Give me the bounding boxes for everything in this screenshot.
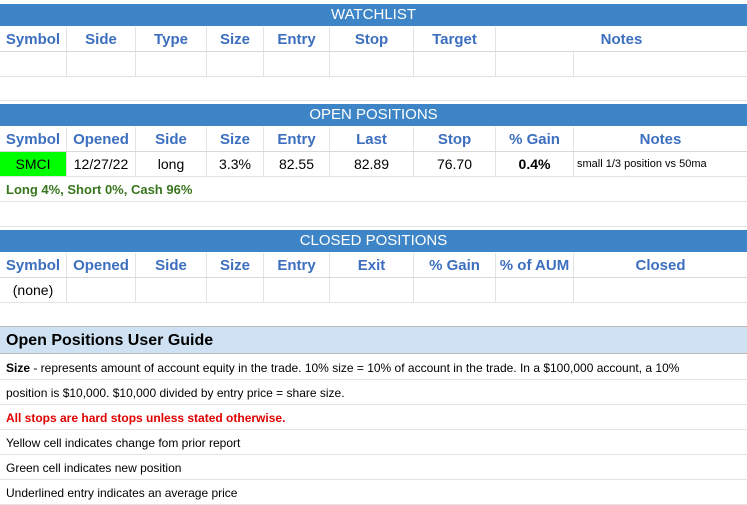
- closed-position-cell[interactable]: [207, 278, 264, 302]
- watchlist-cell[interactable]: [0, 52, 67, 76]
- closed-header-aum[interactable]: % of AUM: [496, 253, 574, 277]
- open-header-gain[interactable]: % Gain: [496, 127, 574, 151]
- open-positions-banner: OPEN POSITIONS: [0, 104, 747, 126]
- closed-position-cell[interactable]: [330, 278, 414, 302]
- closed-position-cell[interactable]: [414, 278, 496, 302]
- open-header-stop[interactable]: Stop: [414, 127, 496, 151]
- open-header-last[interactable]: Last: [330, 127, 414, 151]
- guide-size-text-1: - represents amount of account equity in…: [30, 361, 680, 375]
- allocation-summary[interactable]: Long 4%, Short 0%, Cash 96%: [0, 178, 747, 202]
- watchlist-header-entry[interactable]: Entry: [264, 27, 330, 51]
- closed-header-gain[interactable]: % Gain: [414, 253, 496, 277]
- open-position-stop[interactable]: 76.70: [414, 152, 496, 176]
- watchlist-header-side[interactable]: Side: [67, 27, 136, 51]
- open-position-entry[interactable]: 82.55: [264, 152, 330, 176]
- closed-position-cell[interactable]: [264, 278, 330, 302]
- guide-size-term: Size: [6, 361, 31, 375]
- guide-yellow-note[interactable]: Yellow cell indicates change fom prior r…: [0, 431, 747, 455]
- closed-header-symbol[interactable]: Symbol: [0, 253, 67, 277]
- open-position-notes[interactable]: small 1/3 position vs 50ma: [574, 152, 747, 176]
- open-position-gain[interactable]: 0.4%: [496, 152, 574, 176]
- closed-position-symbol[interactable]: (none): [0, 278, 67, 302]
- watchlist-cell[interactable]: [67, 52, 136, 76]
- guide-stops-note[interactable]: All stops are hard stops unless stated o…: [0, 406, 747, 430]
- closed-positions-header-row: Symbol Opened Side Size Entry Exit % Gai…: [0, 253, 747, 278]
- watchlist-cell[interactable]: [330, 52, 414, 76]
- user-guide-title[interactable]: Open Positions User Guide: [0, 326, 747, 354]
- watchlist-header-row: Symbol Side Type Size Entry Stop Target …: [0, 27, 747, 52]
- open-position-opened[interactable]: 12/27/22: [67, 152, 136, 176]
- closed-header-side[interactable]: Side: [136, 253, 207, 277]
- guide-underline-note[interactable]: Underlined entry indicates an average pr…: [0, 481, 747, 505]
- open-position-size[interactable]: 3.3%: [207, 152, 264, 176]
- open-header-size[interactable]: Size: [207, 127, 264, 151]
- closed-header-exit[interactable]: Exit: [330, 253, 414, 277]
- closed-header-entry[interactable]: Entry: [264, 253, 330, 277]
- watchlist-header-target[interactable]: Target: [414, 27, 496, 51]
- watchlist-title: WATCHLIST: [331, 6, 416, 23]
- closed-header-opened[interactable]: Opened: [67, 253, 136, 277]
- open-header-entry[interactable]: Entry: [264, 127, 330, 151]
- open-header-opened[interactable]: Opened: [67, 127, 136, 151]
- closed-positions-title: CLOSED POSITIONS: [299, 232, 448, 249]
- open-position-row: SMCI 12/27/22 long 3.3% 82.55 82.89 76.7…: [0, 152, 747, 177]
- watchlist-header-notes[interactable]: Notes: [496, 27, 747, 51]
- open-header-notes[interactable]: Notes: [574, 127, 747, 151]
- open-positions-title: OPEN POSITIONS: [309, 106, 438, 123]
- guide-size-line-2[interactable]: position is $10,000. $10,000 divided by …: [0, 381, 747, 405]
- spacer-row: [0, 77, 747, 101]
- watchlist-cell[interactable]: [207, 52, 264, 76]
- watchlist-header-stop[interactable]: Stop: [330, 27, 414, 51]
- watchlist-banner: WATCHLIST: [0, 4, 747, 26]
- closed-position-cell[interactable]: [136, 278, 207, 302]
- open-header-side[interactable]: Side: [136, 127, 207, 151]
- open-position-last[interactable]: 82.89: [330, 152, 414, 176]
- closed-header-closed[interactable]: Closed: [574, 253, 747, 277]
- closed-positions-banner: CLOSED POSITIONS: [0, 230, 747, 252]
- spacer-row: [0, 203, 747, 227]
- closed-position-cell[interactable]: [67, 278, 136, 302]
- watchlist-cell[interactable]: [136, 52, 207, 76]
- open-positions-header-row: Symbol Opened Side Size Entry Last Stop …: [0, 127, 747, 152]
- watchlist-cell[interactable]: [264, 52, 330, 76]
- watchlist-cell[interactable]: [496, 52, 574, 76]
- open-header-symbol[interactable]: Symbol: [0, 127, 67, 151]
- watchlist-header-type[interactable]: Type: [136, 27, 207, 51]
- guide-size-line-1[interactable]: Size - represents amount of account equi…: [0, 356, 747, 380]
- watchlist-header-size[interactable]: Size: [207, 27, 264, 51]
- watchlist-empty-row: [0, 52, 747, 77]
- watchlist-cell[interactable]: [574, 52, 747, 76]
- open-position-symbol[interactable]: SMCI: [0, 152, 67, 176]
- watchlist-cell[interactable]: [414, 52, 496, 76]
- closed-header-size[interactable]: Size: [207, 253, 264, 277]
- watchlist-header-symbol[interactable]: Symbol: [0, 27, 67, 51]
- spacer-row: [0, 303, 747, 327]
- closed-position-cell[interactable]: [574, 278, 747, 302]
- closed-position-cell[interactable]: [496, 278, 574, 302]
- closed-position-row: (none): [0, 278, 747, 303]
- open-position-side[interactable]: long: [136, 152, 207, 176]
- guide-green-note[interactable]: Green cell indicates new position: [0, 456, 747, 480]
